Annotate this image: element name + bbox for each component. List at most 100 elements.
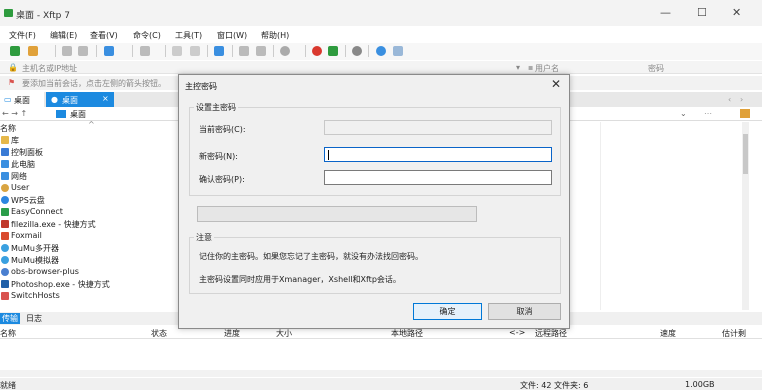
tab-remote-desktop[interactable]: ● 桌面 × — [46, 92, 114, 107]
close-button[interactable]: ✕ — [732, 6, 741, 19]
path-dropdown-icon[interactable]: ⌄ — [680, 109, 687, 118]
view-icon[interactable] — [140, 46, 150, 56]
gear-icon[interactable] — [352, 46, 362, 56]
menu-tools[interactable]: 工具(T) — [175, 30, 202, 41]
toolbar-separator — [368, 45, 369, 57]
tab-close-icon[interactable]: × — [102, 94, 109, 103]
cloud-icon — [1, 196, 9, 204]
tab-local-desktop[interactable]: ▭ 桌面 — [0, 92, 44, 107]
list-item[interactable]: 库 — [0, 134, 180, 146]
chevron-down-icon[interactable]: ▾ — [516, 63, 520, 72]
maximize-button[interactable]: ☐ — [697, 6, 707, 19]
path-value[interactable]: 桌面 — [70, 109, 86, 120]
column-eta[interactable]: 估计剩 — [722, 328, 746, 339]
help-icon[interactable] — [376, 46, 386, 56]
globe-icon[interactable] — [280, 46, 290, 56]
minimize-button[interactable]: — — [660, 6, 671, 19]
list-item[interactable]: Foxmail — [0, 230, 180, 242]
confirm-password-label: 确认密码(P): — [199, 175, 245, 184]
library-icon — [1, 136, 9, 144]
list-item[interactable]: WPS云盘 — [0, 194, 180, 206]
tab-scroll-right-icon[interactable]: › — [740, 95, 743, 104]
menu-window[interactable]: 窗口(W) — [217, 30, 247, 41]
column-speed[interactable]: 速度 — [660, 328, 676, 339]
vertical-scrollbar[interactable] — [742, 122, 749, 310]
refresh-icon[interactable] — [104, 46, 114, 56]
cancel-button[interactable]: 取消 — [488, 303, 561, 320]
confirm-password-field[interactable] — [324, 170, 552, 185]
list-item[interactable]: 控制面板 — [0, 146, 180, 158]
column-direction[interactable]: <-> — [509, 328, 525, 337]
list-item[interactable]: Photoshop.exe - 快捷方式 — [0, 278, 180, 290]
toolbar-separator — [55, 45, 56, 57]
column-progress[interactable]: 进度 — [224, 328, 240, 339]
list-item[interactable]: obs-browser-plus — [0, 266, 180, 278]
list-item[interactable]: 此电脑 — [0, 158, 180, 170]
file-list-header[interactable]: 名称 ^ — [0, 120, 180, 134]
master-password-dialog: 主控密码 ✕ 设置主密码 当前密码(C): 新密码(N): 确认密码(P): 注… — [178, 74, 570, 329]
list-item[interactable]: filezilla.exe - 快捷方式 — [0, 218, 180, 230]
column-remote-path[interactable]: 远程路径 — [535, 328, 567, 339]
dialog-title: 主控密码 — [185, 82, 217, 91]
easyconnect-icon — [1, 208, 9, 216]
toolbar-separator — [345, 45, 346, 57]
menu-edit[interactable]: 编辑(E) — [50, 30, 77, 41]
dialog-close-button[interactable]: ✕ — [551, 77, 561, 91]
transfer-icon[interactable] — [214, 46, 224, 56]
host-input[interactable]: 主机名或IP地址 — [22, 63, 77, 74]
column-status[interactable]: 状态 — [151, 328, 167, 339]
new-session-icon[interactable] — [10, 46, 20, 56]
copy-icon[interactable] — [172, 46, 182, 56]
tab-scroll-left-icon[interactable]: ‹ — [728, 95, 731, 104]
note-title: 注意 — [194, 232, 214, 243]
column-name[interactable]: 名称 — [0, 328, 16, 339]
new-password-field[interactable] — [324, 147, 552, 162]
item-name: MuMu多开器 — [11, 244, 59, 253]
horizontal-scrollbar[interactable] — [0, 370, 762, 377]
list-item[interactable]: MuMu模拟器 — [0, 254, 180, 266]
list-item[interactable]: 网络 — [0, 170, 180, 182]
column-size[interactable]: 大小 — [276, 328, 292, 339]
chat-icon[interactable] — [393, 46, 403, 56]
obs-icon — [1, 268, 9, 276]
upload-icon[interactable] — [239, 46, 249, 56]
menu-command[interactable]: 命令(C) — [133, 30, 161, 41]
item-name: User — [11, 183, 30, 192]
folder-icon[interactable] — [740, 109, 750, 118]
address-bar: 🔒 主机名或IP地址 ▾ ▪ 用户名 密码 — [0, 61, 762, 74]
tab-transfer[interactable]: 传输 — [0, 313, 20, 324]
xftp-icon[interactable] — [328, 46, 338, 56]
list-item[interactable]: MuMu多开器 — [0, 242, 180, 254]
unlink-icon[interactable] — [78, 46, 88, 56]
list-item[interactable]: SwitchHosts — [0, 290, 180, 302]
item-name: Foxmail — [11, 231, 42, 240]
list-item[interactable]: EasyConnect — [0, 206, 180, 218]
xshell-icon[interactable] — [312, 46, 322, 56]
menu-file[interactable]: 文件(F) — [9, 30, 36, 41]
paste-icon[interactable] — [190, 46, 200, 56]
username-input[interactable]: 用户名 — [535, 63, 559, 74]
password-input[interactable]: 密码 — [648, 63, 664, 74]
remote-file-pane[interactable] — [600, 122, 750, 310]
open-folder-icon[interactable] — [28, 46, 38, 56]
toolbar-small-icon[interactable]: ⋯ — [704, 109, 712, 118]
switchhosts-icon — [1, 292, 9, 300]
mumu-icon — [1, 244, 9, 252]
status-text: 就绪 — [0, 381, 16, 390]
link-icon[interactable] — [62, 46, 72, 56]
item-name: Photoshop.exe - 快捷方式 — [11, 280, 110, 289]
download-icon[interactable] — [256, 46, 266, 56]
photoshop-icon — [1, 280, 9, 288]
toolbar-separator — [273, 45, 274, 57]
password-strength-bar — [197, 206, 477, 222]
column-local-path[interactable]: 本地路径 — [391, 328, 423, 339]
menu-help[interactable]: 帮助(H) — [261, 30, 289, 41]
bookmark-icon: ⚑ — [8, 78, 16, 87]
scroll-thumb[interactable] — [743, 134, 748, 174]
menu-view[interactable]: 查看(V) — [90, 30, 118, 41]
ok-button[interactable]: 确定 — [413, 303, 482, 320]
list-item[interactable]: User — [0, 182, 180, 194]
tab-log[interactable]: 日志 — [26, 313, 42, 324]
title-bar: 桌面 - Xftp 7 — ☐ ✕ — [0, 0, 762, 26]
nav-arrows[interactable]: ← → ↑ — [2, 109, 27, 118]
